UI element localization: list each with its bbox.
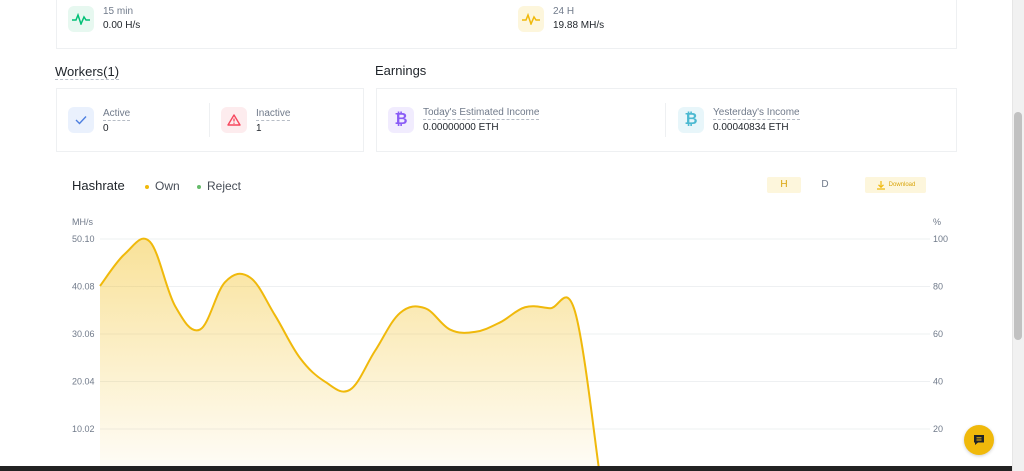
right-axis-unit: % (933, 217, 941, 227)
left-tick-label: 10.02 (72, 424, 95, 434)
chat-icon (974, 435, 984, 445)
right-tick-label: 100 (933, 234, 948, 244)
right-tick-label: 20 (933, 424, 943, 434)
left-axis-unit: MH/s (72, 217, 93, 227)
chat-support-button[interactable] (964, 425, 994, 455)
right-tick-label: 80 (933, 282, 943, 292)
left-tick-label: 50.10 (72, 234, 95, 244)
right-tick-label: 60 (933, 329, 943, 339)
left-tick-label: 30.06 (72, 329, 95, 339)
scrollbar-thumb[interactable] (1014, 112, 1022, 340)
own-series-area (100, 238, 600, 471)
right-tick-label: 40 (933, 377, 943, 387)
window-bottom-edge (0, 466, 1012, 471)
left-tick-label: 20.04 (72, 377, 95, 387)
hashrate-chart[interactable]: MH/s % 50.10 100 40.08 80 30.06 60 20.04 40 10.02 2… (0, 0, 1012, 471)
left-tick-label: 40.08 (72, 282, 95, 292)
